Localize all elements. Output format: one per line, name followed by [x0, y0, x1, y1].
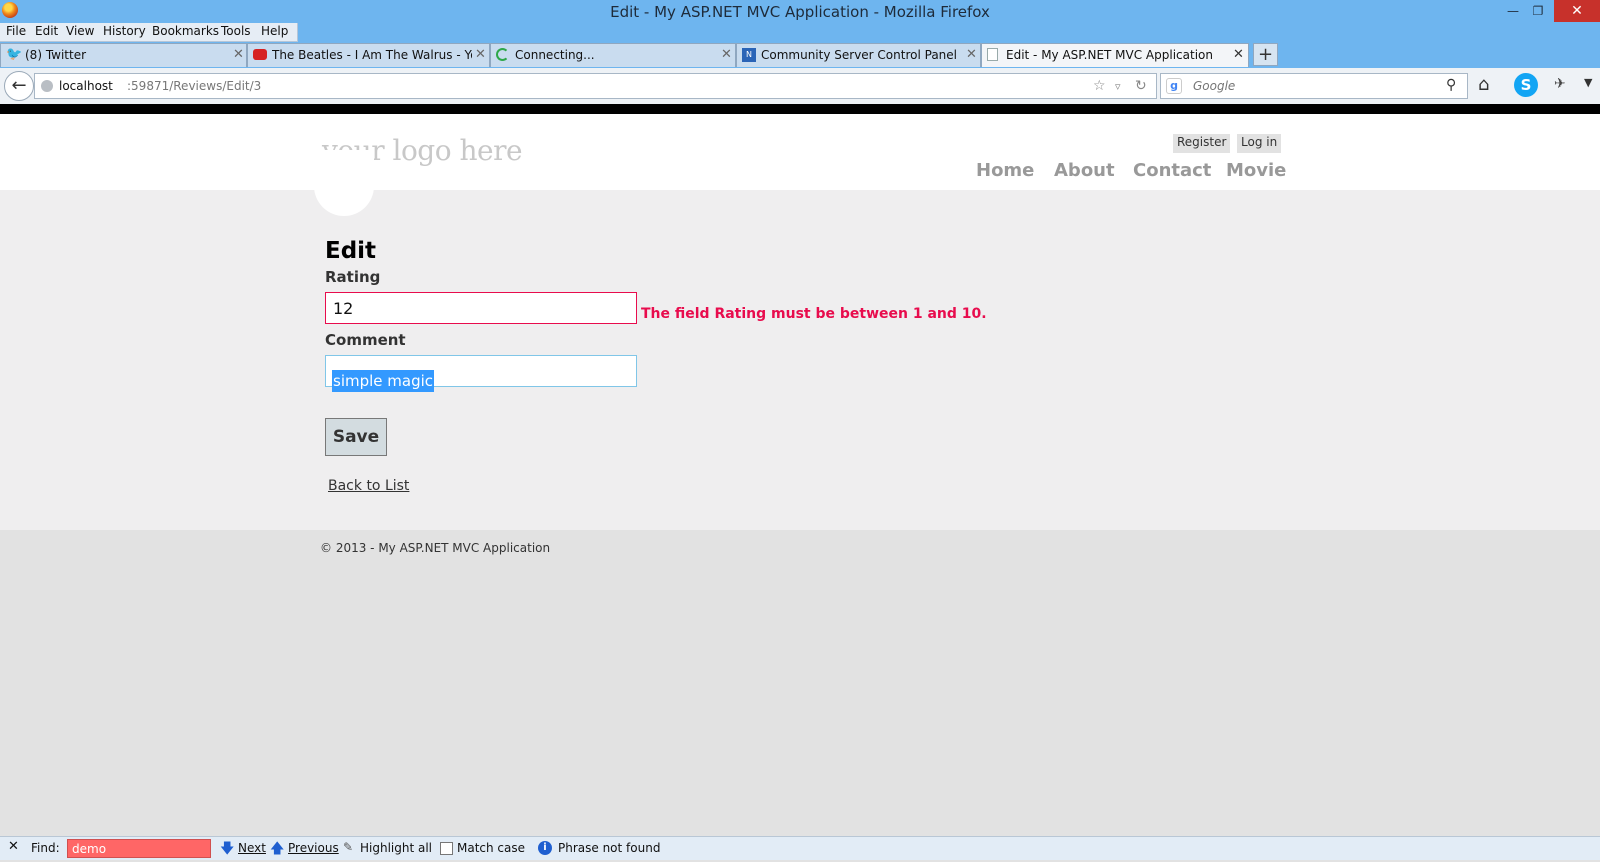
bookmark-star-icon[interactable]: ☆ [1093, 78, 1106, 94]
url-path: :59871/Reviews/Edit/3 [127, 79, 262, 93]
logo-tab-decoration [314, 150, 374, 216]
tab-label: Connecting... [515, 48, 595, 62]
extension-icon[interactable]: ✈ [1554, 76, 1566, 92]
nav-movie[interactable]: Movie [1226, 160, 1286, 181]
window-title: Edit - My ASP.NET MVC Application - Mozi… [610, 3, 990, 21]
find-input[interactable] [67, 839, 211, 858]
find-close-icon[interactable]: ✕ [8, 839, 19, 854]
arrow-down-icon: 🡇 [220, 841, 235, 857]
tab-label: Community Server Control Panel [761, 48, 957, 62]
menu-bookmarks[interactable]: Bookmarks [152, 24, 219, 38]
tab-connecting[interactable]: Connecting... ✕ [490, 43, 736, 67]
menu-bar: File Edit View History Bookmarks Tools H… [0, 23, 298, 42]
highlight-all-button[interactable]: Highlight all [360, 841, 432, 855]
menu-help[interactable]: Help [261, 24, 288, 38]
save-button[interactable]: Save [325, 418, 387, 456]
twitter-icon: 🐦 [6, 47, 23, 62]
rating-label: Rating [325, 268, 381, 286]
url-bar[interactable]: localhost :59871/Reviews/Edit/3 ☆ ▿ ↻ [34, 73, 1157, 99]
tab-close-icon[interactable]: ✕ [233, 47, 244, 62]
site-footer: © 2013 - My ASP.NET MVC Application [0, 530, 1600, 830]
tab-close-icon[interactable]: ✕ [475, 47, 486, 62]
youtube-icon [253, 49, 267, 60]
menu-edit[interactable]: Edit [35, 24, 58, 38]
menu-file[interactable]: File [6, 24, 26, 38]
tab-community-server[interactable]: N Community Server Control Panel ✕ [736, 43, 981, 67]
site-header: your logo here Register Log in Home Abou… [0, 114, 1600, 190]
menu-view[interactable]: View [66, 24, 94, 38]
rating-input[interactable] [325, 292, 637, 324]
arrow-up-icon: 🡅 [270, 841, 285, 857]
back-button[interactable]: ← [4, 71, 34, 101]
title-bar: Edit - My ASP.NET MVC Application - Mozi… [0, 0, 1600, 24]
tab-twitter[interactable]: 🐦 (8) Twitter ✕ [0, 43, 247, 67]
tab-label: (8) Twitter [25, 48, 87, 62]
comment-selected-text: simple magic [332, 370, 435, 392]
highlighter-icon: ✎ [343, 840, 354, 854]
copyright-text: © 2013 - My ASP.NET MVC Application [320, 541, 551, 555]
home-icon[interactable]: ⌂ [1478, 74, 1489, 95]
register-link[interactable]: Register [1173, 134, 1231, 153]
toolbar-menu-arrow-icon[interactable]: ▼ [1584, 76, 1592, 89]
url-host: localhost [59, 79, 113, 93]
nav-about[interactable]: About [1054, 160, 1115, 181]
find-status: Phrase not found [558, 841, 661, 855]
nav-contact[interactable]: Contact [1133, 160, 1211, 181]
tab-strip: 🐦 (8) Twitter ✕ The Beatles - I Am The W… [0, 43, 1600, 67]
history-dropdown-icon[interactable]: ▿ [1115, 80, 1121, 93]
navigation-toolbar: localhost :59871/Reviews/Edit/3 ☆ ▿ ↻ ← … [0, 68, 1600, 104]
tab-close-icon[interactable]: ✕ [721, 47, 732, 62]
find-bar: ✕ Find: 🡇 Next 🡅 Previous ✎ Highlight al… [0, 836, 1600, 860]
tab-close-icon[interactable]: ✕ [1233, 47, 1244, 62]
page-icon [987, 48, 998, 61]
page-title: Edit [325, 238, 377, 264]
search-icon[interactable]: ⚲ [1446, 77, 1456, 93]
globe-icon [41, 80, 53, 92]
menu-tools[interactable]: Tools [221, 24, 251, 38]
tab-close-icon[interactable]: ✕ [966, 47, 977, 62]
tab-label: Edit - My ASP.NET MVC Application [1006, 48, 1213, 62]
tab-label: The Beatles - I Am The Walrus - YouT... [272, 48, 472, 62]
back-to-list-link[interactable]: Back to List [328, 478, 409, 494]
comment-label: Comment [325, 331, 406, 349]
login-link[interactable]: Log in [1237, 134, 1282, 153]
info-icon: i [538, 841, 552, 855]
search-bar[interactable]: g ⚲ [1160, 73, 1468, 99]
main-content: Edit Rating The field Rating must be bet… [0, 190, 1600, 530]
page-top-band [0, 104, 1600, 114]
new-tab-button[interactable]: + [1253, 43, 1278, 66]
find-previous-button[interactable]: Previous [288, 841, 339, 855]
find-label: Find: [31, 841, 60, 855]
aspnet-icon: N [742, 48, 756, 62]
menu-history[interactable]: History [103, 24, 146, 38]
google-icon[interactable]: g [1166, 78, 1182, 94]
match-case-label: Match case [457, 841, 526, 855]
find-next-button[interactable]: Next [238, 841, 266, 855]
tab-edit-active[interactable]: Edit - My ASP.NET MVC Application ✕ [981, 43, 1249, 67]
loading-icon [496, 48, 509, 61]
browser-chrome: Edit - My ASP.NET MVC Application - Mozi… [0, 0, 1600, 106]
close-window-button[interactable]: ✕ [1554, 0, 1600, 22]
tab-youtube[interactable]: The Beatles - I Am The Walrus - YouT... … [247, 43, 490, 67]
search-input[interactable] [1193, 77, 1433, 95]
rating-error-message: The field Rating must be between 1 and 1… [641, 306, 987, 322]
skype-icon[interactable]: S [1514, 73, 1538, 97]
minimize-button[interactable]: — [1502, 2, 1524, 22]
reload-icon[interactable]: ↻ [1135, 78, 1147, 94]
nav-home[interactable]: Home [976, 160, 1034, 181]
match-case-checkbox[interactable] [440, 842, 453, 855]
restore-button[interactable]: ❐ [1527, 2, 1549, 22]
